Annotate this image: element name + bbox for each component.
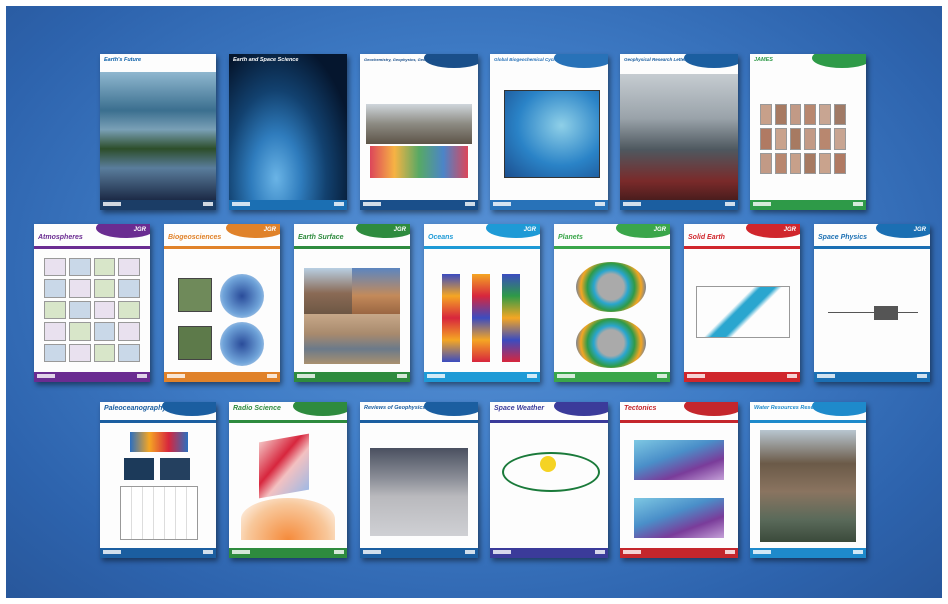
cover-block-diagram-2 [634,498,724,538]
cover-footer [34,372,150,382]
cover-tag: JGR [653,227,666,233]
cover-footer [100,200,216,210]
journal-cover-jgr-solid-earth: JGR Solid Earth [684,224,800,382]
cover-photo-earth-from-space [229,54,347,200]
cover-footer [100,548,216,558]
journal-cover-jgr-space-physics: JGR Space Physics [814,224,930,382]
cover-title: Biogeosciences [168,234,222,241]
cover-radar-2 [220,322,264,366]
journal-cover-tectonics: Tectonics [620,402,738,558]
cover-title: Planets [558,234,583,241]
cover-title: Radio Science [233,405,281,412]
journal-cover-jgr-atmospheres: JGR Atmospheres [34,224,150,382]
cover-map-1 [178,278,212,312]
cover-tag: JGR [523,227,536,233]
journal-cover-gbc: Global Biogeochemical Cycles [490,54,608,210]
cover-photo-desert [352,268,400,314]
journal-cover-jgr-planets: JGR Planets [554,224,670,382]
cover-title: Space Weather [494,405,545,412]
cover-footer [490,548,608,558]
cover-panel-1 [124,458,154,480]
journal-cover-space-weather: Space Weather [490,402,608,558]
cover-crater-2 [576,318,646,368]
cover-footer [814,372,930,382]
cover-photo-terrain [304,268,352,314]
cover-photo-collage [100,72,216,200]
cover-dome [241,498,335,540]
cover-photo-stream [760,430,856,542]
cover-tag: JGR [133,227,146,233]
journal-cover-radio-science: Radio Science [229,402,347,558]
poster-background: Earth's Future Earth and Space Science E… [6,6,942,598]
journal-cover-james: JAMES [750,54,866,210]
cover-title: Reviews of Geophysics [364,405,426,411]
cover-profile-3 [502,274,520,362]
cover-title: Geophysical Research Letters [624,57,689,62]
cover-title: Space Physics [818,234,868,241]
cover-footer [229,200,347,210]
cover-panel-2 [160,458,190,480]
cover-photo-desert-instruments [370,448,468,536]
cover-footer [684,372,800,382]
cover-title: Solid Earth [688,234,725,241]
cover-footer [620,200,738,210]
journal-cover-water-resources-research: Water Resources Research [750,402,866,558]
cover-photo-icebreaker [620,74,738,200]
cover-title: Atmospheres [38,234,83,241]
cover-title: Earth's Future [104,57,142,63]
journal-cover-paleoceanography: Paleoceanography [100,402,216,558]
cover-profile-1 [442,274,460,362]
cover-map [504,90,600,178]
journal-cover-g-cubed: Geochemistry, Geophysics, Geosystems [360,54,478,210]
cover-title: Oceans [428,234,454,241]
cover-footer [490,200,608,210]
cover-crater-1 [576,262,646,312]
cover-radar-1 [220,274,264,318]
journal-cover-reviews-of-geophysics: Reviews of Geophysics [360,402,478,558]
journal-cover-jgr-earth-surface: JGR Earth Surface [294,224,410,382]
cover-footer [360,548,478,558]
cover-photo-landscape [366,104,472,144]
cover-heatmap [370,146,468,178]
cover-figure-grid [44,258,140,362]
cover-title: Global Biogeochemical Cycles [494,57,560,62]
cover-instrument-diagram [874,306,898,320]
cover-title: Water Resources Research [754,405,826,411]
cover-charts [120,486,198,540]
cover-footer [360,200,478,210]
cover-profile-2 [472,274,490,362]
cover-figure-grid [760,104,846,174]
cover-footer [424,372,540,382]
cover-title: Paleoceanography [104,405,167,412]
cover-footer [164,372,280,382]
cover-field-diagram [259,433,309,499]
journal-cover-earth-space-science: Earth and Space Science Earth and Space … [229,54,347,210]
journal-cover-earths-future: Earth's Future [100,54,216,210]
cover-tag: JGR [263,227,276,233]
cover-title: Tectonics [624,405,657,412]
cover-title: JAMES [754,57,773,63]
cover-tag: JGR [783,227,796,233]
cover-tag: JGR [393,227,406,233]
cover-block-diagram-1 [634,440,724,480]
cover-footer [620,548,738,558]
cover-footer [750,200,866,210]
cover-photo-lake [304,314,400,364]
cover-footer [294,372,410,382]
journal-cover-jgr-oceans: JGR Oceans [424,224,540,382]
cover-map-colored [130,432,188,452]
cover-title: Geochemistry, Geophysics, Geosystems [364,57,442,62]
cover-footer [229,548,347,558]
cover-footer [554,372,670,382]
cover-tag: JGR [913,227,926,233]
cover-title: Earth Surface [298,234,344,241]
cover-map-2 [178,326,212,360]
journal-cover-jgr-biogeosciences: JGR Biogeosciences [164,224,280,382]
cover-footer [750,548,866,558]
cover-3d-model [696,286,790,338]
journal-cover-grl: Geophysical Research Letters [620,54,738,210]
